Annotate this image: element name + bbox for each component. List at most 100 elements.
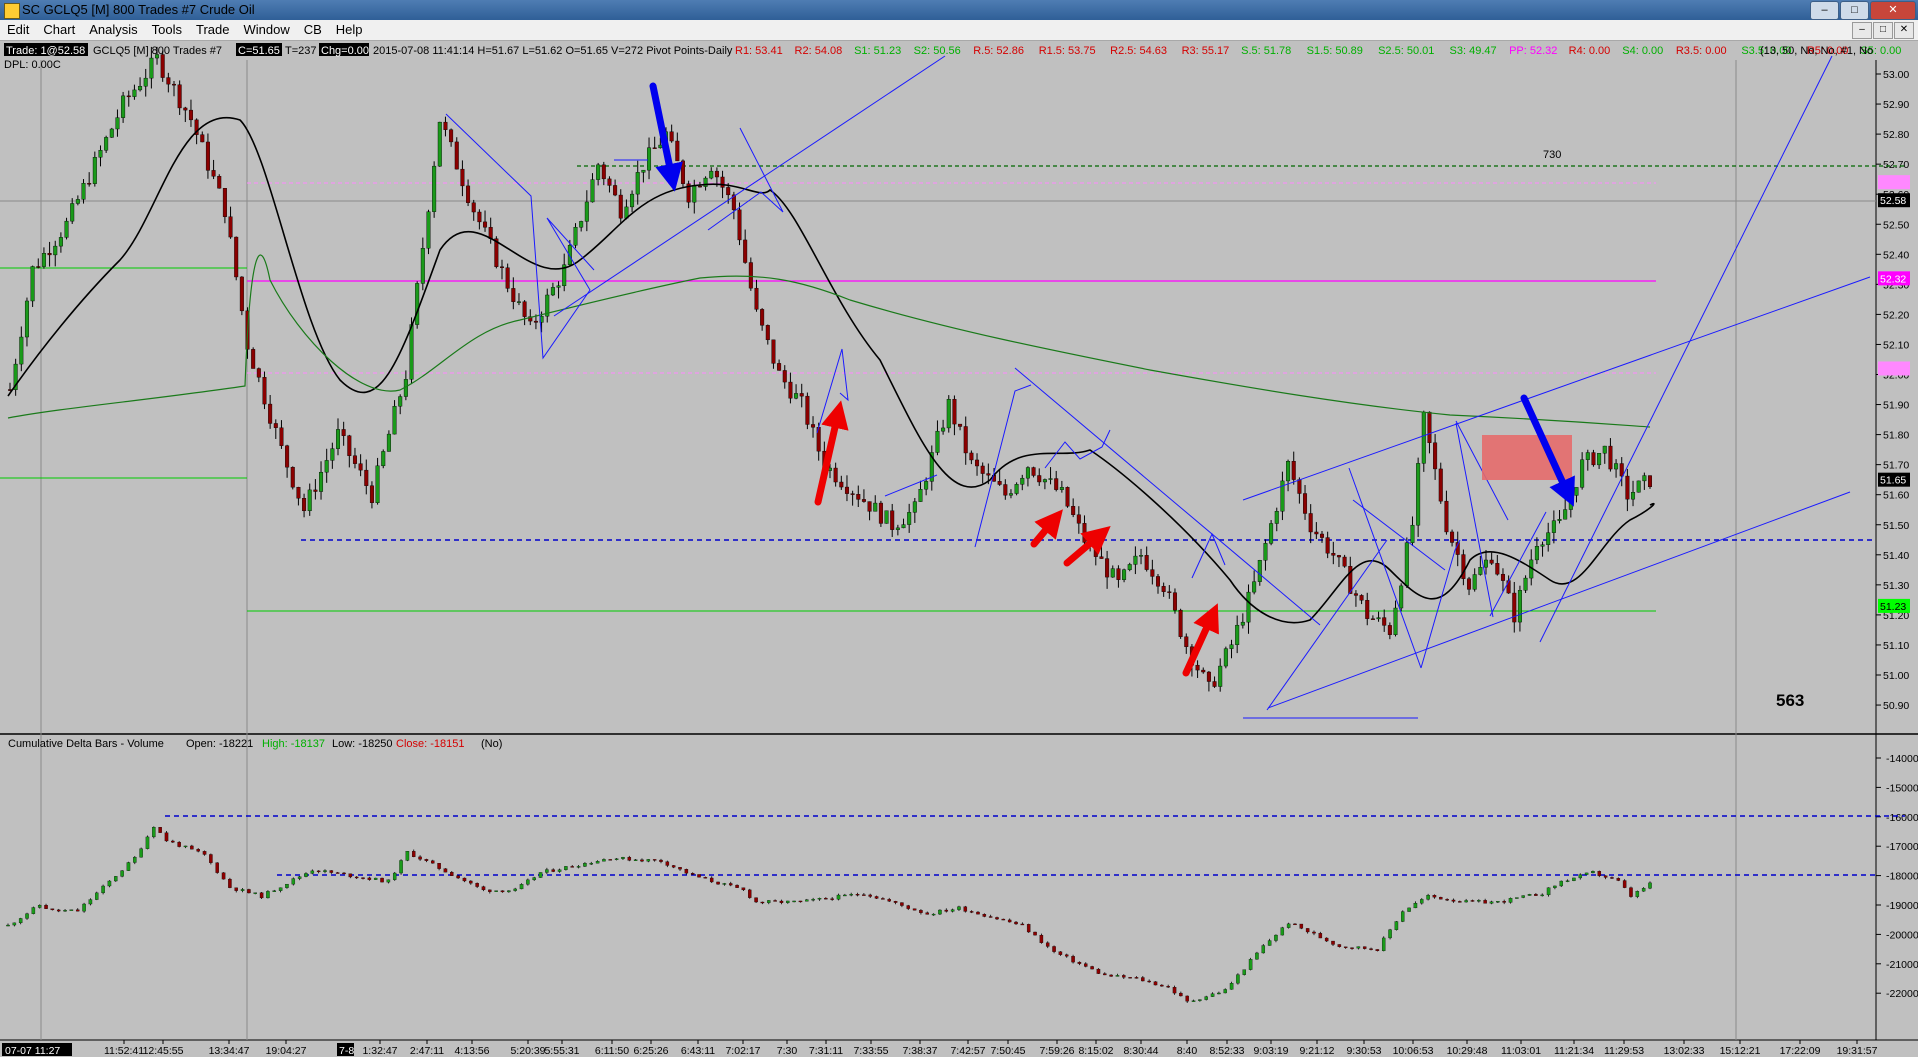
price-tick-label: 51.40 <box>1883 550 1909 562</box>
delta-candle-body <box>1381 937 1386 952</box>
delta-candle-body <box>1191 1000 1196 1002</box>
delta-candle-body <box>37 905 42 908</box>
price-candle-body <box>1031 467 1036 476</box>
price-candle-body <box>1512 592 1517 623</box>
price-candle-body <box>584 201 589 222</box>
price-candle-body <box>1274 511 1279 524</box>
delta-candle-body <box>1546 887 1551 896</box>
price-candle-body <box>36 266 41 268</box>
delta-candle-body <box>551 869 555 872</box>
price-candle-body <box>522 301 527 317</box>
price-candle-body <box>890 510 895 530</box>
delta-candle-body <box>418 856 422 860</box>
price-candle-body <box>1319 533 1324 538</box>
price-candle-body <box>426 211 431 249</box>
price-candle-body <box>1257 560 1262 582</box>
price-candle-body <box>884 510 889 524</box>
mdi-minimize-button[interactable]: – <box>1852 22 1872 39</box>
delta-candle-body <box>716 881 720 885</box>
price-candle-body <box>918 489 923 502</box>
price-candle-body <box>1597 453 1602 466</box>
price-candle-body <box>58 237 63 247</box>
price-candle-body <box>228 216 233 238</box>
price-candle-body <box>53 245 58 256</box>
pivot-label: S1.5: 50.89 <box>1307 45 1363 57</box>
price-candle-body <box>658 144 663 149</box>
price-candle-body <box>87 183 92 185</box>
delta-candle-body <box>1622 880 1627 888</box>
delta-candle-body <box>240 889 245 891</box>
delta-candle-body <box>709 877 714 883</box>
time-tick-label: 7:02:17 <box>725 1045 760 1057</box>
price-candle-body <box>234 236 239 278</box>
price-candle-body <box>1139 555 1144 557</box>
delta-tick-label: -20000 <box>1886 929 1918 941</box>
price-candle-body <box>1370 618 1375 620</box>
price-marker-label: 52.32 <box>1880 273 1906 285</box>
delta-candle-body <box>1439 896 1443 900</box>
price-candle-body <box>273 423 278 428</box>
price-candle-body <box>296 486 301 499</box>
delta-candle-body <box>1591 871 1595 874</box>
delta-candle-body <box>164 832 169 842</box>
price-candle-body <box>1557 519 1562 521</box>
delta-open: Open: -18221 <box>186 738 253 750</box>
price-candle-body <box>183 107 188 111</box>
delta-candle-body <box>570 866 574 868</box>
chart-area[interactable]: Trade: 1@52.58 GCLQ5 [M] 800 Trades #7 C… <box>0 41 1918 1057</box>
price-candle-body <box>222 188 227 217</box>
price-candle-body <box>505 267 510 289</box>
menu-edit[interactable]: Edit <box>0 20 36 37</box>
price-candle-body <box>980 465 985 474</box>
menu-cb[interactable]: CB <box>297 20 329 37</box>
menu-trade[interactable]: Trade <box>189 20 236 37</box>
delta-tick-label: -16000 <box>1886 812 1918 824</box>
delta-candle-body <box>1039 934 1044 943</box>
delta-candle-body <box>1508 898 1513 903</box>
delta-candle-body <box>633 859 638 861</box>
mdi-close-button[interactable]: ✕ <box>1894 22 1914 39</box>
delta-candle-body <box>361 877 365 879</box>
price-candle-body <box>1042 479 1047 483</box>
price-candle-body <box>895 527 900 530</box>
delta-candle-body <box>583 863 587 867</box>
minimize-button[interactable]: – <box>1810 1 1839 20</box>
menu-analysis[interactable]: Analysis <box>82 20 144 37</box>
delta-tick-label: -15000 <box>1886 782 1918 794</box>
delta-candle-body <box>862 894 866 896</box>
delta-candle-body <box>323 870 327 872</box>
time-tick-label: 19:04:27 <box>266 1045 307 1057</box>
price-candle-body <box>794 393 799 399</box>
delta-candle-body <box>773 900 777 902</box>
price-candle-body <box>1619 463 1624 477</box>
price-candle-body <box>613 185 618 196</box>
price-candle-body <box>647 147 652 171</box>
time-tick-label: 6:43:11 <box>681 1045 715 1057</box>
price-candle-body <box>997 481 1002 485</box>
menu-help[interactable]: Help <box>329 20 370 37</box>
mdi-restore-button[interactable]: □ <box>1873 22 1893 39</box>
menu-chart[interactable]: Chart <box>36 20 82 37</box>
delta-candle-body <box>253 892 258 894</box>
menu-tools[interactable]: Tools <box>145 20 189 37</box>
delta-candle-body <box>1141 977 1145 982</box>
maximize-button[interactable]: □ <box>1840 1 1869 20</box>
close-button[interactable]: ✕ <box>1870 1 1916 20</box>
menu-window[interactable]: Window <box>236 20 296 37</box>
price-candle-body <box>941 427 946 432</box>
delta-high: High: -18137 <box>262 738 325 750</box>
delta-candle-body <box>1426 894 1430 900</box>
delta-candle-body <box>1458 901 1462 903</box>
delta-candle-body <box>1413 902 1418 909</box>
price-candle-body <box>319 471 324 492</box>
price-candle-body <box>81 183 86 200</box>
delta-candle-body <box>56 909 61 912</box>
price-candle-body <box>771 339 776 364</box>
delta-candle-body <box>469 880 473 884</box>
price-candle-body <box>1342 556 1347 567</box>
price-candle-body <box>777 363 782 371</box>
delta-candle-body <box>564 866 568 870</box>
price-candle-body <box>935 430 940 453</box>
delta-candle-body <box>779 900 784 903</box>
price-candle-body <box>239 276 244 312</box>
